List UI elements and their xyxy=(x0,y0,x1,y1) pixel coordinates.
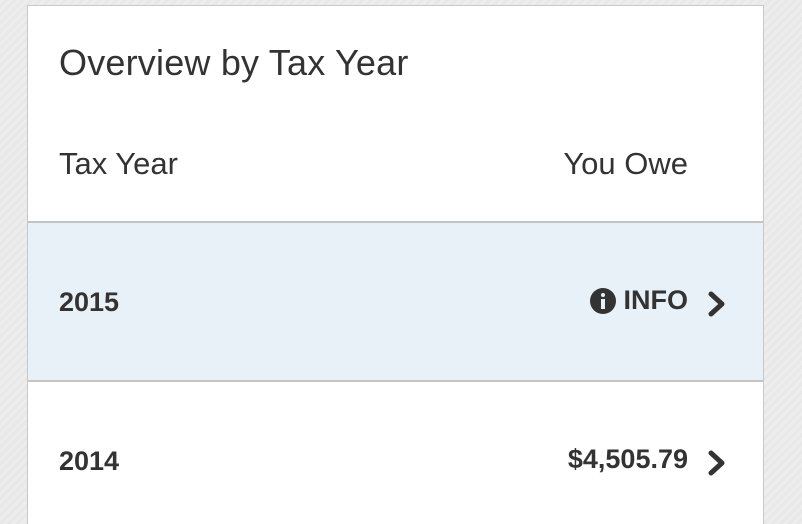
row-value: $4,505.79 xyxy=(568,444,688,475)
tax-year-row-2015[interactable]: 2015 INFO xyxy=(28,221,763,380)
column-header-tax-year: Tax Year xyxy=(59,146,178,181)
row-year: 2015 xyxy=(59,287,120,317)
info-icon xyxy=(589,287,616,314)
tax-overview-card: Overview by Tax Year Tax Year You Owe 20… xyxy=(27,5,764,524)
tax-year-row-2014[interactable]: 2014 $4,505.79 xyxy=(28,380,763,524)
card-title: Overview by Tax Year xyxy=(59,42,409,83)
chevron-right-icon xyxy=(708,291,725,317)
row-value: INFO xyxy=(589,285,689,316)
tax-year-list: 2015 INFO 2014 $4,505.79 xyxy=(28,221,763,524)
column-headers: Tax Year You Owe xyxy=(28,146,763,186)
column-header-you-owe: You Owe xyxy=(563,146,688,181)
row-year: 2014 xyxy=(59,446,120,476)
row-value-label: INFO xyxy=(623,285,689,315)
row-value-amount: $4,505.79 xyxy=(567,444,688,474)
chevron-right-icon xyxy=(708,450,725,476)
